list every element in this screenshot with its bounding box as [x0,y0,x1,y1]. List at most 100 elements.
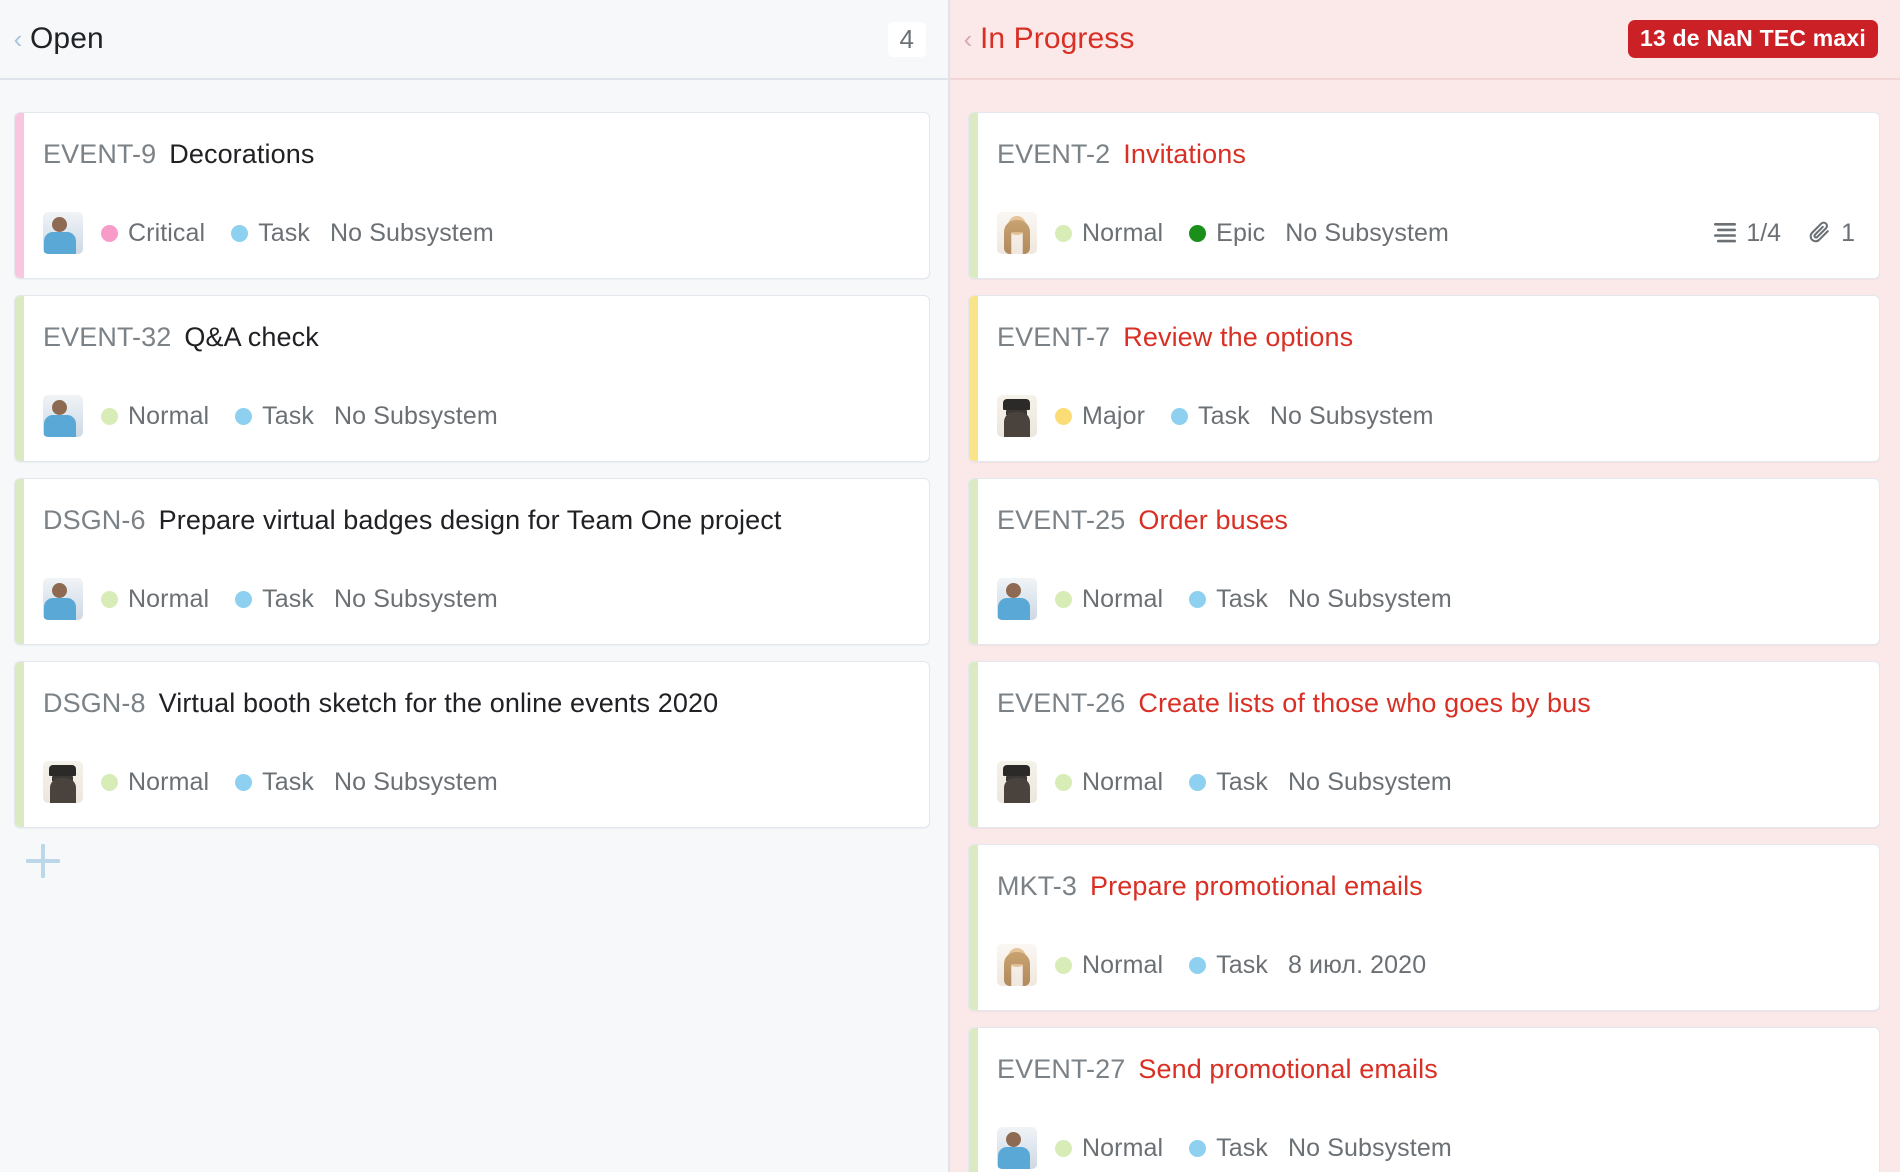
subsystem-label: No Subsystem [334,402,498,431]
type-label: Task [262,768,314,797]
avatar[interactable] [997,212,1037,254]
priority-label: Major [1082,402,1145,431]
priority-label: Critical [128,219,205,248]
card-mkt-3[interactable]: MKT-3 Prepare promotional emails Normal … [968,844,1880,1011]
card-event-32[interactable]: EVENT-32 Q&A check Normal Task No Subsys… [14,295,930,462]
issue-summary: Virtual booth sketch for the online even… [159,688,719,719]
priority-dot [101,774,118,791]
subsystem-label: No Subsystem [1288,768,1452,797]
paperclip-icon [1807,220,1833,246]
avatar[interactable] [997,944,1037,986]
issue-summary: Prepare promotional emails [1090,871,1423,902]
issue-summary: Q&A check [184,322,318,353]
issue-id: EVENT-7 [997,322,1110,353]
type-dot [231,225,248,242]
chevron-left-icon[interactable]: ‹ [6,26,30,52]
card-title-row: EVENT-7 Review the options [997,322,1855,353]
card-title-row: DSGN-6 Prepare virtual badges design for… [43,505,905,536]
priority-dot [1055,225,1072,242]
card-event-9[interactable]: EVENT-9 Decorations Critical Task No Sub… [14,112,930,279]
kanban-board: ‹ Open 4 EVENT-9 Decorations Critical [0,0,1900,1172]
card-priority-stripe [969,662,978,827]
card-title-row: EVENT-27 Send promotional emails [997,1054,1855,1085]
type-dot [235,408,252,425]
subsystem-label: No Subsystem [1285,219,1449,248]
card-priority-stripe [969,479,978,644]
type-dot [1189,957,1206,974]
issue-id: DSGN-6 [43,505,146,536]
type-label: Task [258,219,310,248]
board-column-in-progress: ‹ In Progress 13 de NaN TEC maxi EVENT-2… [950,0,1900,1172]
card-title-row: EVENT-25 Order buses [997,505,1855,536]
subsystem-label: No Subsystem [1270,402,1434,431]
type-label: Task [262,402,314,431]
card-priority-stripe [969,296,978,461]
type-dot [1189,1140,1206,1157]
card-dsgn-8[interactable]: DSGN-8 Virtual booth sketch for the onli… [14,661,930,828]
priority-label: Normal [128,585,209,614]
column-card-count: 4 [888,22,926,57]
issue-summary: Create lists of those who goes by bus [1138,688,1590,719]
card-event-7[interactable]: EVENT-7 Review the options Major Task No… [968,295,1880,462]
column-title: In Progress [980,22,1135,56]
subsystem-label: No Subsystem [1288,1134,1452,1163]
plus-icon[interactable] [26,844,60,878]
card-title-row: EVENT-2 Invitations [997,139,1855,170]
avatar[interactable] [43,578,83,620]
priority-dot [1055,591,1072,608]
priority-label: Normal [128,768,209,797]
type-label: Task [262,585,314,614]
card-meta-row: Normal Task No Subsystem [43,761,905,803]
chevron-left-icon[interactable]: ‹ [956,26,980,52]
subsystem-label: No Subsystem [334,585,498,614]
priority-dot [101,225,118,242]
card-dsgn-6[interactable]: DSGN-6 Prepare virtual badges design for… [14,478,930,645]
avatar[interactable] [997,578,1037,620]
attachment-count: 1 [1841,219,1855,248]
card-indicators: 1/4 1 [1712,219,1855,248]
card-priority-stripe [15,479,24,644]
type-label: Task [1216,951,1268,980]
priority-label: Normal [128,402,209,431]
priority-dot [101,591,118,608]
card-meta-row: Major Task No Subsystem [997,395,1855,437]
due-date-label: 8 июл. 2020 [1288,951,1426,980]
card-title-row: DSGN-8 Virtual booth sketch for the onli… [43,688,905,719]
wip-limit-badge: 13 de NaN TEC maxi [1628,20,1878,58]
subsystem-label: No Subsystem [334,768,498,797]
checklist-count: 1/4 [1746,219,1781,248]
type-dot [1171,408,1188,425]
card-priority-stripe [15,113,24,278]
avatar[interactable] [43,395,83,437]
priority-label: Normal [1082,219,1163,248]
priority-dot [1055,774,1072,791]
subsystem-label: No Subsystem [1288,585,1452,614]
priority-label: Normal [1082,1134,1163,1163]
avatar[interactable] [43,761,83,803]
type-dot [235,591,252,608]
avatar[interactable] [997,395,1037,437]
card-event-27[interactable]: EVENT-27 Send promotional emails Normal … [968,1027,1880,1172]
card-title-row: EVENT-26 Create lists of those who goes … [997,688,1855,719]
avatar[interactable] [43,212,83,254]
issue-summary: Prepare virtual badges design for Team O… [159,505,782,536]
subsystem-label: No Subsystem [330,219,494,248]
type-label: Task [1216,768,1268,797]
priority-label: Normal [1082,951,1163,980]
checklist-indicator: 1/4 [1712,219,1781,248]
type-dot [1189,225,1206,242]
checklist-icon [1712,221,1738,245]
issue-summary: Decorations [169,139,314,170]
priority-label: Normal [1082,768,1163,797]
avatar[interactable] [997,761,1037,803]
card-event-2[interactable]: EVENT-2 Invitations Normal Epic No Subsy… [968,112,1880,279]
column-header-in-progress: ‹ In Progress 13 de NaN TEC maxi [950,0,1900,80]
card-event-25[interactable]: EVENT-25 Order buses Normal Task No Subs… [968,478,1880,645]
avatar[interactable] [997,1127,1037,1169]
type-label: Task [1216,1134,1268,1163]
card-meta-row: Critical Task No Subsystem [43,212,905,254]
card-meta-row: Normal Task No Subsystem [997,578,1855,620]
card-meta-row: Normal Epic No Subsystem [997,212,1855,254]
card-event-26[interactable]: EVENT-26 Create lists of those who goes … [968,661,1880,828]
issue-id: EVENT-26 [997,688,1125,719]
